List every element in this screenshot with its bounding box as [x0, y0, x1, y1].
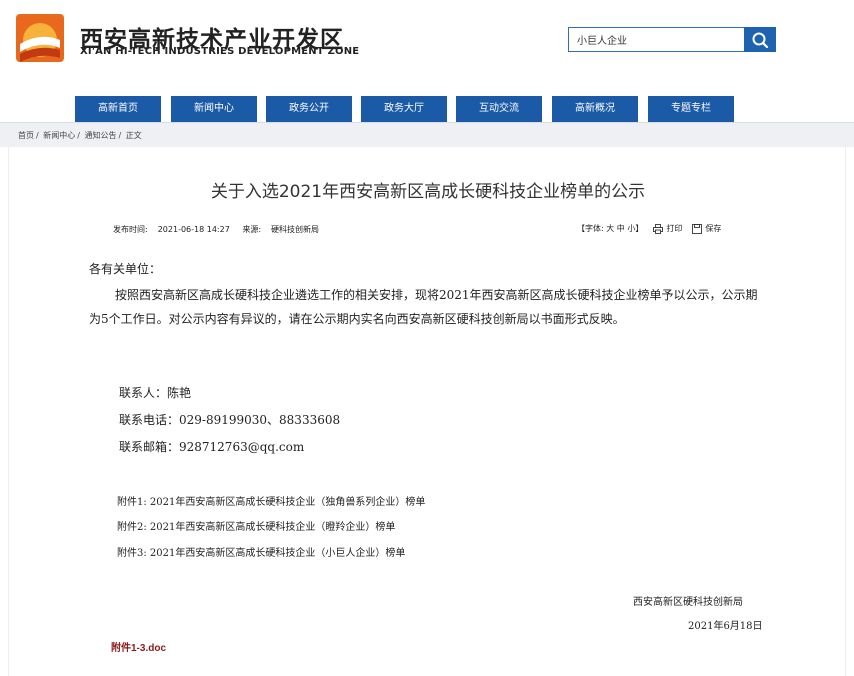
- signature-date: 2021年6月18日: [688, 621, 763, 632]
- nav-item-topics[interactable]: 专题专栏: [648, 96, 734, 122]
- nav-item-news[interactable]: 新闻中心: [171, 96, 257, 122]
- breadcrumb-bar: 首页 / 新闻中心 / 通知公告 / 正文: [0, 122, 854, 147]
- attachment-item: 附件2: 2021年西安高新区高成长硬科技企业（瞪羚企业）榜单: [117, 522, 396, 533]
- breadcrumb-news[interactable]: 新闻中心: [43, 131, 75, 140]
- save-button[interactable]: 保存: [692, 223, 721, 234]
- font-size-switcher[interactable]: 【字体: 大 中 小】: [577, 223, 643, 234]
- salutation: 各有关单位：: [89, 262, 162, 276]
- nav-item-home[interactable]: 高新首页: [75, 96, 161, 122]
- article-tools: 【字体: 大 中 小】 打印 保存: [577, 223, 731, 234]
- search-input[interactable]: [568, 27, 745, 52]
- contact-phone: 联系电话：029-89199030、88333608: [119, 413, 341, 427]
- site-logo-icon[interactable]: [16, 14, 64, 62]
- article-paragraph: 按照西安高新区高成长硬科技企业遴选工作的相关安排，现将2021年西安高新区高成长…: [89, 288, 758, 326]
- attachment-download-link[interactable]: 附件1-3.doc: [111, 639, 166, 654]
- printer-icon: [653, 223, 664, 234]
- nav-item-interaction[interactable]: 互动交流: [456, 96, 542, 122]
- site-subtitle: XI'AN HI-TECH INDUSTRIES DEVELOPMENT ZON…: [80, 46, 360, 57]
- print-button[interactable]: 打印: [653, 223, 682, 234]
- signature-org: 西安高新区硬科技创新局: [633, 597, 743, 608]
- breadcrumb-notices[interactable]: 通知公告: [85, 131, 117, 140]
- contact-email: 联系邮箱：928712763@qq.com: [119, 440, 305, 454]
- publish-label: 发布时间:: [113, 225, 148, 234]
- nav-item-gov-open[interactable]: 政务公开: [266, 96, 352, 122]
- attachment-item: 附件3: 2021年西安高新区高成长硬科技企业（小巨人企业）榜单: [117, 548, 406, 559]
- breadcrumb-separator: /: [118, 131, 122, 140]
- print-label: 打印: [666, 224, 683, 233]
- save-icon: [692, 223, 703, 234]
- search-button[interactable]: [744, 27, 776, 52]
- breadcrumb-separator: /: [77, 131, 80, 140]
- save-label: 保存: [705, 224, 722, 233]
- article-title: 关于入选2021年西安高新区高成长硬科技企业榜单的公示: [210, 182, 646, 202]
- source-value: 硬科技创新局: [271, 225, 320, 234]
- breadcrumb: 首页 / 新闻中心 / 通知公告 / 正文: [18, 130, 144, 141]
- breadcrumb-current: 正文: [125, 131, 142, 140]
- nav-item-overview[interactable]: 高新概况: [552, 96, 638, 122]
- site-header: 西安高新技术产业开发区 XI'AN HI-TECH INDUSTRIES DEV…: [0, 0, 854, 96]
- contact-person: 联系人：陈艳: [119, 386, 192, 400]
- article-container: 关于入选2021年西安高新区高成长硬科技企业榜单的公示 发布时间: 2021-06…: [8, 147, 846, 676]
- source-label: 来源:: [242, 225, 262, 234]
- publish-time: 2021-06-18 14:27: [157, 225, 230, 234]
- article-meta: 发布时间: 2021-06-18 14:27 来源: 硬科技创新局: [113, 224, 329, 235]
- nav-item-gov-hall[interactable]: 政务大厅: [361, 96, 447, 122]
- attachment-item: 附件1: 2021年西安高新区高成长硬科技企业（独角兽系列企业）榜单: [117, 497, 426, 508]
- breadcrumb-home[interactable]: 首页: [18, 131, 34, 140]
- main-nav: 高新首页 新闻中心 政务公开 政务大厅 互动交流 高新概况 专题专栏: [0, 96, 854, 122]
- search-icon: [752, 32, 769, 48]
- breadcrumb-separator: /: [36, 131, 39, 140]
